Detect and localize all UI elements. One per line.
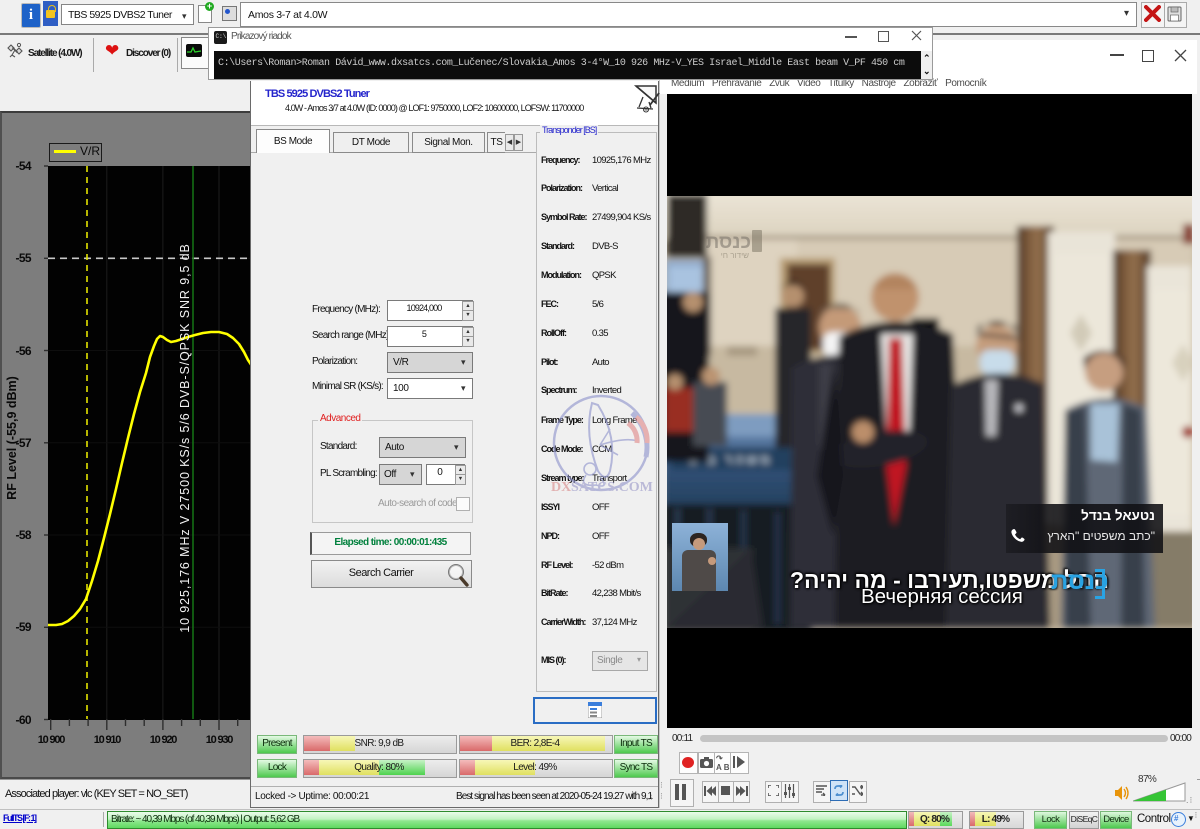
svg-text:SATCS.COM: SATCS.COM [571,480,653,495]
svg-text:שידור חי: שידור חי [721,251,749,260]
svg-text:DX: DX [551,480,571,495]
svg-text:כנסת: כנסת [706,232,751,253]
svg-text:®: ® [644,107,648,113]
